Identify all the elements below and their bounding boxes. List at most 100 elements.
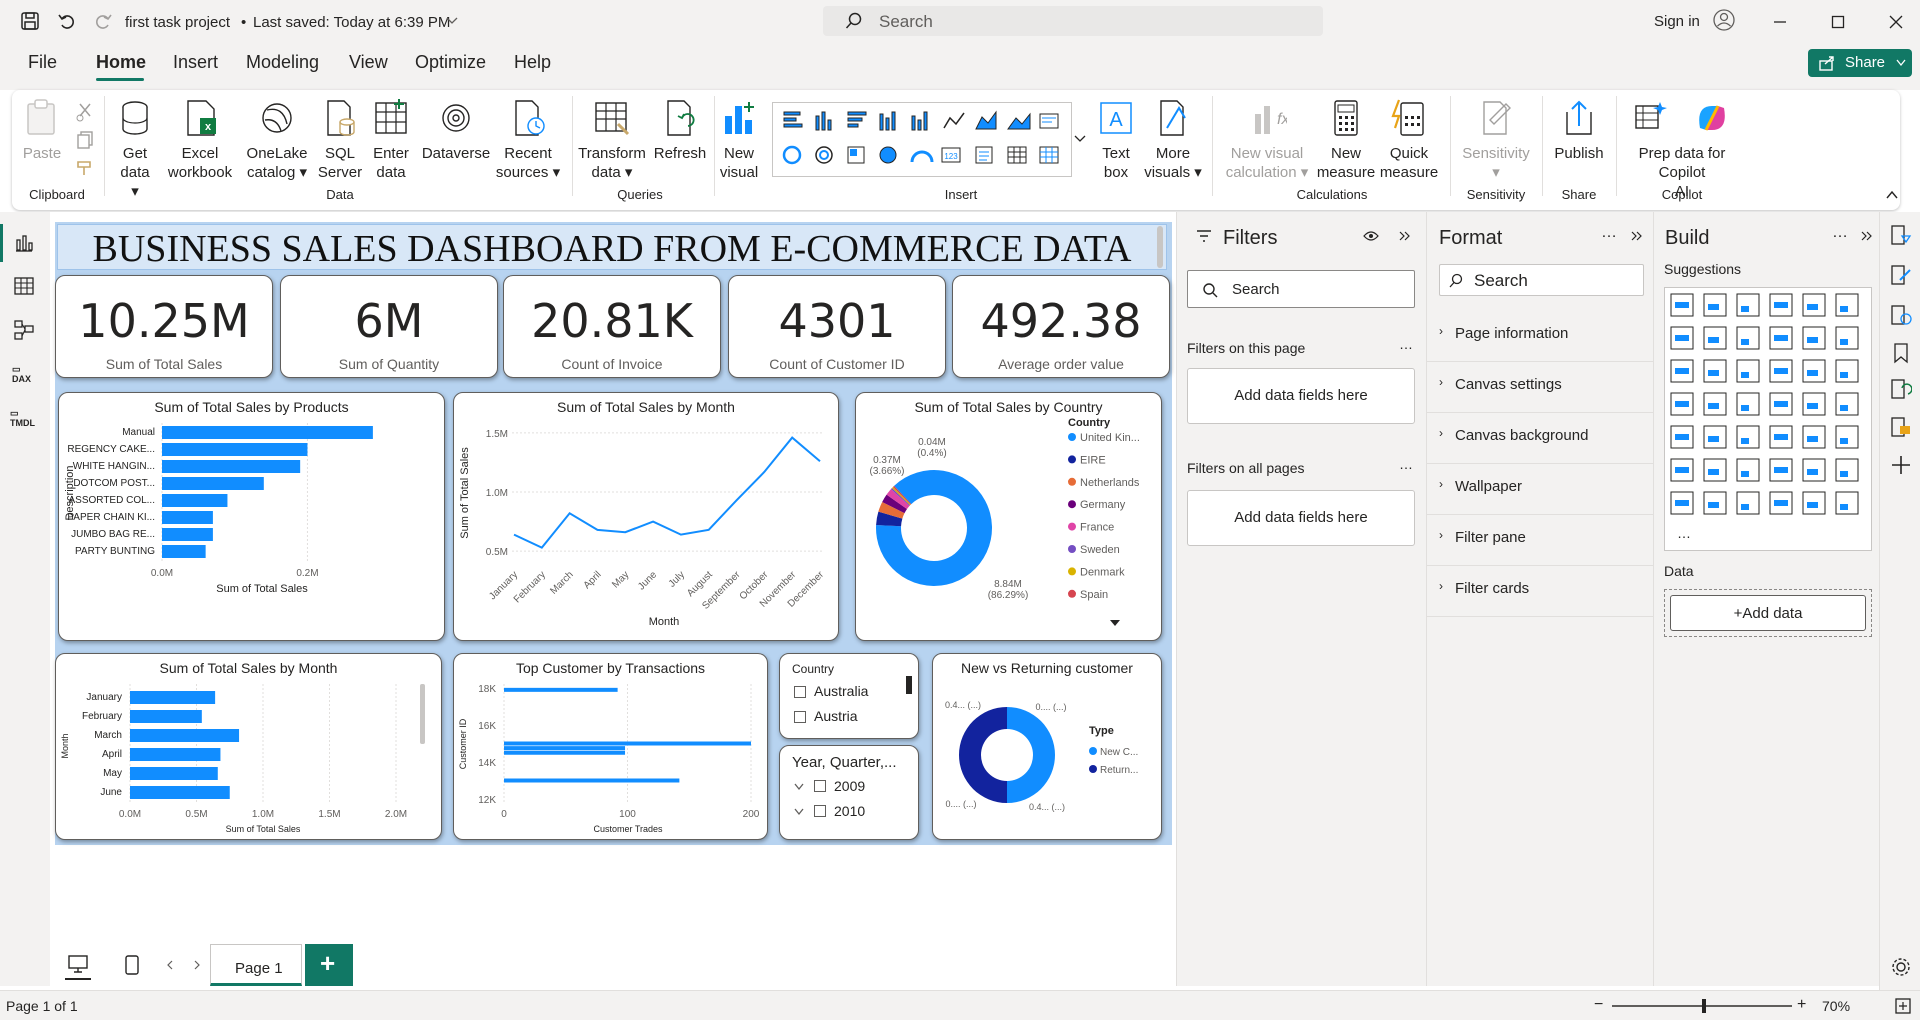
onelake-catalog-button[interactable]: OneLake catalog ▾ [240, 98, 314, 182]
selection-icon[interactable] [1890, 416, 1912, 438]
text-box-button[interactable]: A Text box [1094, 98, 1138, 182]
slicer-item[interactable]: 2009 [834, 778, 865, 794]
excel-workbook-button[interactable]: x Excel workbook [165, 98, 235, 182]
country-slicer[interactable]: Country Australia Austria [779, 653, 919, 739]
checkbox-2009[interactable] [814, 780, 826, 792]
enter-data-button[interactable]: Enter data [369, 98, 413, 182]
chevron-down-icon[interactable] [794, 783, 804, 791]
table-view-icon[interactable] [13, 275, 35, 297]
undo-icon[interactable] [57, 11, 77, 31]
publish-button[interactable]: Publish [1550, 98, 1608, 163]
copy-icon[interactable] [74, 128, 98, 150]
checkbox-australia[interactable] [794, 686, 806, 698]
redo-icon[interactable] [93, 11, 113, 31]
menu-optimize[interactable]: Optimize [415, 52, 486, 73]
checkbox-austria[interactable] [794, 711, 806, 723]
checkbox-2010[interactable] [814, 805, 826, 817]
minimize-icon[interactable] [1772, 14, 1788, 30]
zoom-in-button[interactable]: + [1797, 996, 1806, 1014]
recent-sources-button[interactable]: Recent sources ▾ [495, 98, 561, 182]
format-search-input[interactable]: Search [1439, 264, 1644, 296]
get-data-button[interactable]: Get data ▾ [115, 98, 155, 201]
chart-new-vs-returning[interactable]: New vs Returning customer 0.4... (...) 0.… [932, 653, 1162, 840]
slicer-scrollbar[interactable] [906, 676, 912, 694]
format-section-wallpaper[interactable]: › Wallpaper [1427, 464, 1653, 515]
share-button[interactable]: Share [1808, 49, 1912, 77]
tmdl-view-icon[interactable]: ▭ TMDL [10, 408, 35, 428]
format-section-canvas-background[interactable]: › Canvas background [1427, 413, 1653, 464]
user-avatar-icon[interactable] [1713, 9, 1735, 31]
kpi-card-total-sales[interactable]: 10.25M Sum of Total Sales [55, 275, 273, 378]
slicer-item[interactable]: Australia [814, 683, 868, 699]
close-icon[interactable] [1888, 14, 1904, 30]
dashboard-title-box[interactable]: BUSINESS SALES DASHBOARD FROM E-COMMERCE… [57, 224, 1167, 270]
dataverse-button[interactable]: Dataverse [420, 98, 492, 163]
zoom-out-button[interactable]: − [1594, 996, 1603, 1014]
sync-slicers-icon[interactable] [1890, 378, 1912, 400]
new-visual-calculation-button[interactable]: fx New visual calculation ▾ [1222, 98, 1312, 182]
global-search-input[interactable]: Search [823, 6, 1323, 36]
new-measure-button[interactable]: New measure [1316, 98, 1376, 182]
more-options-icon[interactable]: … [1832, 224, 1848, 242]
slicer-item[interactable]: Austria [814, 708, 858, 724]
chevron-down-icon[interactable] [446, 16, 458, 26]
format-painter-icon[interactable] [74, 156, 98, 178]
gallery-expand-icon[interactable] [1074, 134, 1086, 144]
add-fields-all[interactable]: Add data fields here [1187, 490, 1415, 546]
year-slicer[interactable]: Year, Quarter,... 2009 2010 [779, 745, 919, 840]
next-page-icon[interactable] [193, 960, 201, 970]
menu-view[interactable]: View [349, 52, 388, 73]
sensitivity-button[interactable]: Sensitivity ▾ [1456, 98, 1536, 182]
build-toggle-icon[interactable] [1890, 304, 1912, 326]
prev-page-icon[interactable] [166, 960, 174, 970]
paste-button[interactable]: Paste [20, 98, 64, 163]
transform-data-button[interactable]: Transform data ▾ [572, 98, 652, 182]
settings-gear-icon[interactable] [1890, 956, 1912, 978]
menu-insert[interactable]: Insert [173, 52, 218, 73]
new-visual-button[interactable]: New visual [716, 98, 762, 182]
cut-icon[interactable] [74, 100, 98, 122]
sql-server-button[interactable]: SQL Server [317, 98, 363, 182]
chart-sales-by-products[interactable]: Sum of Total Sales by Products Manual REG… [58, 392, 445, 641]
slicer-item[interactable]: 2010 [834, 803, 865, 819]
mobile-layout-icon[interactable] [124, 954, 140, 976]
page-tab-1[interactable]: Page 1 [210, 944, 302, 986]
menu-help[interactable]: Help [514, 52, 551, 73]
menu-home[interactable]: Home [96, 52, 146, 73]
model-view-icon[interactable] [13, 319, 35, 341]
desktop-layout-icon[interactable] [67, 954, 89, 974]
collapse-pane-icon[interactable] [1399, 231, 1411, 241]
format-section-filter-pane[interactable]: › Filter pane [1427, 515, 1653, 566]
prep-data-copilot-button[interactable]: Prep data for Copilot AI [1622, 98, 1742, 201]
eye-icon[interactable] [1363, 230, 1379, 242]
chevron-down-icon[interactable] [794, 808, 804, 816]
chart-top-customer[interactable]: Top Customer by Transactions 18K 16K 14K 12… [453, 653, 768, 840]
format-section-page-information[interactable]: › Page information [1427, 311, 1653, 362]
more-visuals-button[interactable]: More visuals ▾ [1142, 98, 1204, 182]
bookmark-icon[interactable] [1891, 342, 1911, 364]
filters-toggle-icon[interactable] [1890, 224, 1912, 246]
dax-query-view-icon[interactable]: ▭ DAX [12, 364, 31, 384]
chart-sales-by-month-line[interactable]: Sum of Total Sales by Month 0.5M 1.0M 1.5M… [453, 392, 839, 641]
format-toggle-icon[interactable] [1890, 264, 1912, 286]
quick-measure-button[interactable]: Quick measure [1378, 98, 1440, 182]
add-pane-icon[interactable] [1890, 454, 1912, 476]
add-page-button[interactable]: + [305, 944, 353, 986]
menu-file[interactable]: File [28, 52, 57, 73]
refresh-button[interactable]: Refresh [652, 98, 708, 163]
more-options-icon[interactable]: … [1399, 456, 1413, 472]
filters-search-input[interactable]: Search [1187, 270, 1415, 308]
chart-sales-by-country[interactable]: Sum of Total Sales by Country 0.04M (0.4%… [855, 392, 1162, 641]
kpi-card-average-order[interactable]: 492.38 Average order value [952, 275, 1170, 378]
visual-picker[interactable]: … [1664, 287, 1872, 551]
sign-in-link[interactable]: Sign in [1654, 13, 1700, 30]
menu-modeling[interactable]: Modeling [246, 52, 319, 73]
chart-sales-by-month-bar[interactable]: Sum of Total Sales by Month 0.0M 0.5M 1.0M… [55, 653, 442, 840]
collapse-pane-icon[interactable] [1631, 231, 1643, 241]
more-options-icon[interactable]: … [1601, 224, 1617, 242]
zoom-slider-thumb[interactable] [1702, 999, 1706, 1013]
collapse-ribbon-icon[interactable] [1886, 190, 1898, 200]
kpi-card-customer-id[interactable]: 4301 Count of Customer ID [728, 275, 946, 378]
kpi-card-quantity[interactable]: 6M Sum of Quantity [280, 275, 498, 378]
save-icon[interactable] [20, 11, 40, 31]
